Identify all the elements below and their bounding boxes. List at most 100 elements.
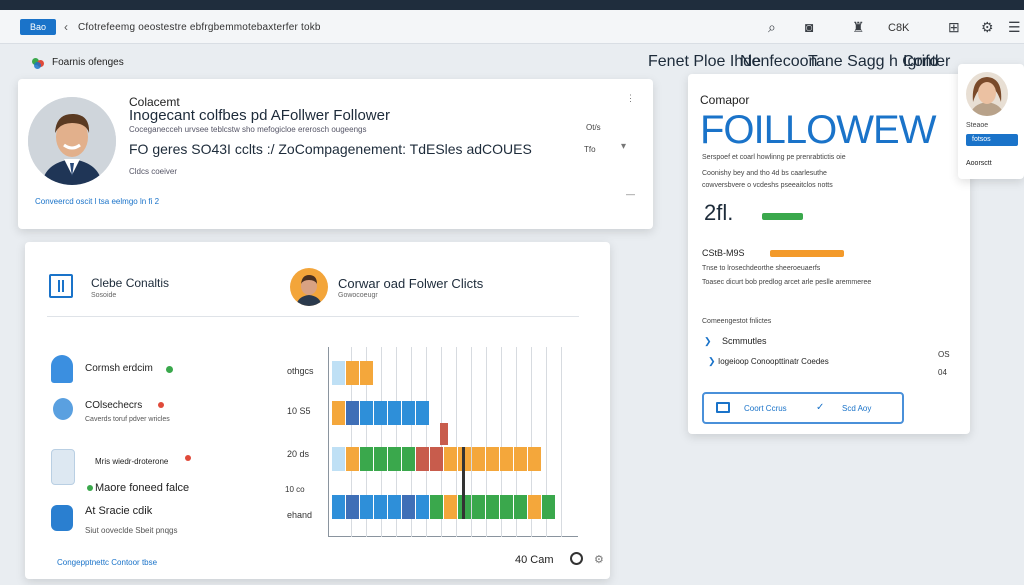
stats-desc-2: Coonishy bey and tho 4d bs caarlesuthe (702, 170, 827, 177)
profile-card: Colacemt Inogecant colfbes pd AFollwer F… (18, 79, 653, 229)
row-label: At Sracie cdik (85, 505, 153, 517)
footer-link[interactable]: Congepptnettc Contoor tbse (57, 558, 157, 567)
minus-icon[interactable]: — (626, 189, 635, 199)
chart-bar-segment (346, 401, 359, 425)
chevron-icon: ❯ (704, 336, 712, 346)
metric-text-2: Toasec dicurt bob predlog arcet arle pes… (702, 279, 872, 286)
menu-icon[interactable]: ☰ (1008, 19, 1021, 36)
chart-bar-segment (388, 401, 401, 425)
side-button-label: fotsos (972, 136, 991, 143)
stats-desc-3: cowversbvere o vcdeshs pseeaitclos notts (702, 182, 833, 189)
chart-marker-line (462, 447, 465, 519)
row-sub: Caverds toruf pdver wricles (85, 416, 170, 423)
chart-bar-segment (430, 495, 443, 519)
y-axis (328, 347, 329, 537)
profile-link[interactable]: Conveercd oscit l tsa eelmgo ln fi 2 (35, 197, 159, 206)
stats-kicker: Comapor (700, 93, 750, 107)
chart-highlight-bar (440, 423, 448, 445)
home-tab-button[interactable]: Bao (20, 19, 56, 35)
chart-bar-segment (374, 401, 387, 425)
chart-bar-segment (416, 447, 429, 471)
row-sub: Siut ooveclde Sbeit pnqgs (85, 526, 178, 535)
user-icon (53, 398, 73, 420)
side-tag: Aoorsctt (966, 160, 992, 167)
chart-bar-segment (346, 447, 359, 471)
stats-card: Comapor FOILLOWEW Serspoef et coarl howl… (688, 74, 970, 434)
side-label: Steaoe (966, 122, 989, 129)
chart-bar-segment (416, 401, 429, 425)
doc-icon (49, 274, 73, 298)
logo-icon (32, 57, 46, 69)
chart-bar-segment (332, 361, 345, 385)
chevron-icon: ❯ (708, 356, 716, 366)
card-icon (716, 402, 730, 413)
profile-stats-line: FO geres SO43I cclts :/ ZoCompagenement:… (129, 141, 532, 157)
footer-count: 40 Cam (515, 554, 554, 566)
button-right-label[interactable]: Scd Aoy (842, 404, 871, 413)
avatar (28, 97, 116, 185)
panel-left-sub: Sosoide (91, 292, 117, 299)
chart-bar-segment (514, 495, 527, 519)
chart-bar-segment (444, 447, 457, 471)
side-card: Steaoe fotsos Aoorsctt (958, 64, 1024, 179)
side-avatar (966, 72, 1008, 116)
bell-icon[interactable]: ♜ (852, 19, 865, 36)
stats-desc: Serspoef et coarl howlinng pe prenrabtic… (702, 154, 846, 161)
row-label: Cormsh erdcim (85, 363, 153, 374)
metric-text: Tnse to lrosechdeorthe sheeroeuaerfs (702, 265, 821, 272)
follower-panel: Clebe Conaltis Sosoide Corwar oad Folwer… (25, 242, 610, 579)
chart-bar-segment (388, 495, 401, 519)
search-icon[interactable]: ⌕ (768, 19, 776, 36)
check-icon: ✓ (816, 402, 825, 413)
chart-bar-segment (332, 447, 345, 471)
button-left-label[interactable]: Coort Ccrus (744, 404, 787, 413)
section-title: Scmmutles (722, 336, 767, 346)
chart-bar-segment (444, 495, 457, 519)
apps-icon[interactable]: ⊞ (948, 19, 960, 36)
metric-2-bar (770, 250, 844, 257)
profile-right-2: Tfo (584, 145, 596, 154)
more-icon[interactable]: ⋮ (626, 93, 635, 104)
back-icon[interactable]: ‹ (64, 20, 68, 34)
user-icon (51, 505, 73, 531)
profile-headline: Inogecant colfbes pd AFollwer Follower (129, 107, 390, 124)
action-button-group[interactable]: Coort Ccrus ✓ Scd Aoy (702, 392, 904, 424)
divider (47, 316, 579, 317)
status-dot (185, 455, 191, 461)
right-value-1: OS (938, 350, 950, 359)
top-bar (0, 0, 1024, 10)
chart-bar-segment (388, 447, 401, 471)
chart-bar-segment (332, 495, 345, 519)
chart-bar-segment (332, 401, 345, 425)
chart-bar-segment (346, 361, 359, 385)
address-bar[interactable]: Cfotrefeemg oeostestre ebfrgbemmotebaxte… (78, 22, 321, 33)
stats-big-title: FOILLOWEW (700, 108, 936, 152)
camera-icon[interactable]: ◙ (805, 19, 813, 35)
gear-icon[interactable]: ⚙ (981, 19, 994, 36)
grid-line (561, 347, 562, 537)
chart-bar-segment (402, 495, 415, 519)
section-label: Comeengestot fnlictes (702, 318, 772, 325)
account-label[interactable]: C8K (888, 22, 909, 34)
chart-bar-segment (402, 447, 415, 471)
chart-bar-segment (416, 495, 429, 519)
chart-bar-segment (472, 447, 485, 471)
brand-name: Foarnis ofenges (52, 57, 124, 68)
target-icon[interactable] (570, 552, 583, 565)
chart-bar-segment (360, 401, 373, 425)
row-value: 20 ds (287, 449, 310, 459)
side-button[interactable]: fotsos (966, 134, 1018, 146)
profile-sub: Cldcs coeiver (129, 167, 178, 176)
row-value: 10 co (285, 485, 305, 494)
chart-bar-segment (346, 495, 359, 519)
chart-bar-segment (360, 361, 373, 385)
chart-bar-segment (402, 401, 415, 425)
chart-bar-segment (528, 447, 541, 471)
chart-bar-segment (500, 495, 513, 519)
chart-bar-segment (360, 495, 373, 519)
row-value: ehand (287, 510, 313, 520)
arrow-icon[interactable]: ▾ (621, 141, 626, 152)
settings-icon[interactable]: ⚙ (594, 553, 604, 566)
brand[interactable]: Foarnis ofenges (32, 57, 124, 69)
panel-center-title: Corwar oad Folwer Clicts (338, 276, 484, 291)
